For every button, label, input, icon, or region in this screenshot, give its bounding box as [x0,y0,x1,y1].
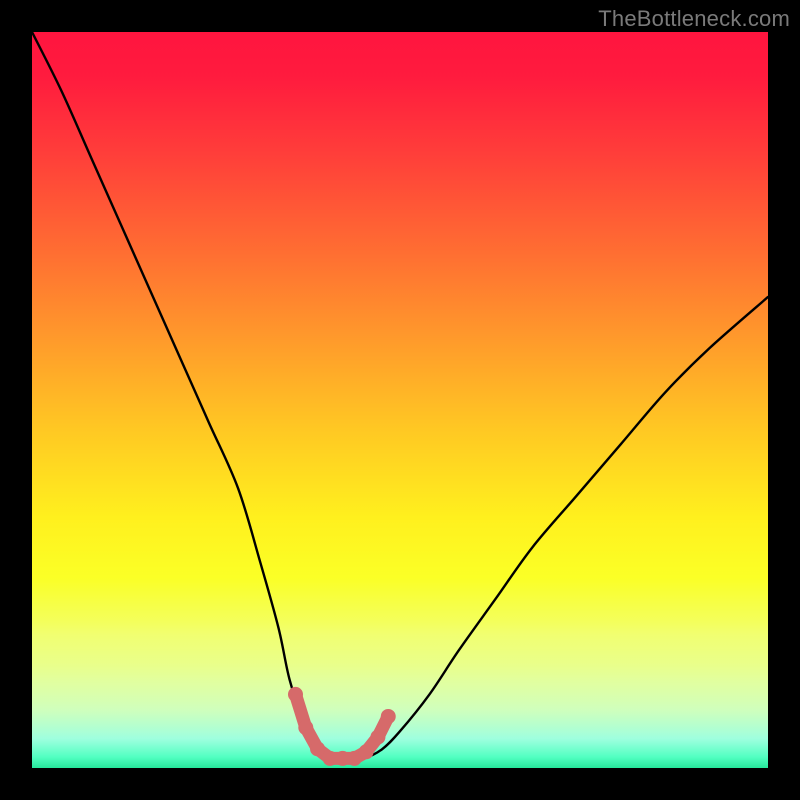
valley-marker [298,720,313,735]
watermark-text: TheBottleneck.com [598,6,790,32]
valley-marker [381,709,396,724]
valley-marker [310,741,325,756]
valley-marker [370,730,385,745]
curve-layer [32,32,768,768]
bottleneck-curve [32,32,768,759]
plot-area [32,32,768,768]
valley-marker [288,687,303,702]
valley-marker-group [288,687,396,766]
valley-marker [359,744,374,759]
chart-frame: TheBottleneck.com [0,0,800,800]
